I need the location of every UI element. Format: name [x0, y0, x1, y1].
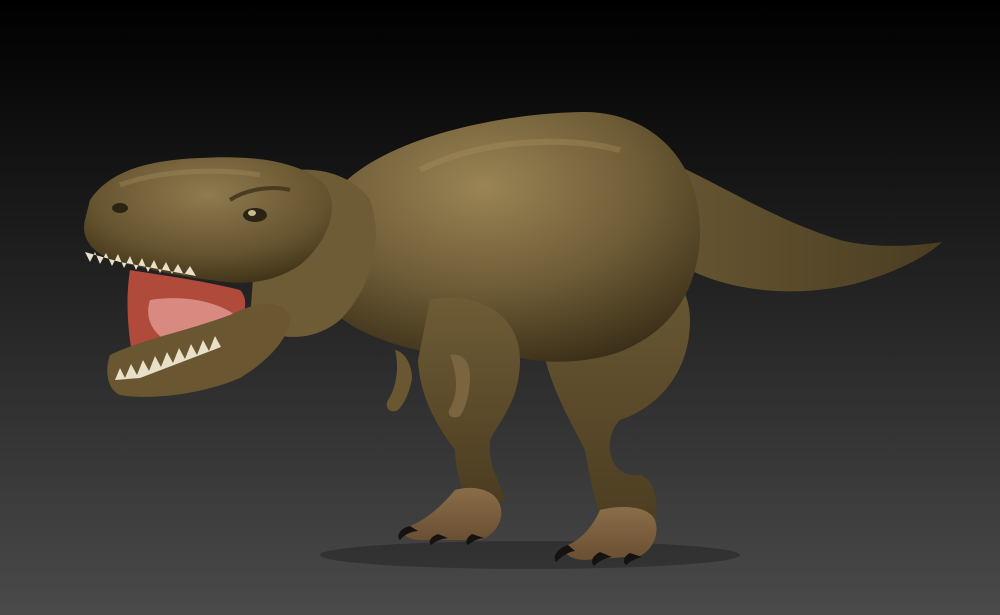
ground-shadow	[320, 541, 740, 569]
nostril	[112, 203, 128, 213]
trex-render	[0, 0, 1000, 615]
sculpt-viewport[interactable]	[0, 0, 1000, 615]
eye	[243, 208, 267, 222]
eye-highlight	[248, 210, 256, 216]
